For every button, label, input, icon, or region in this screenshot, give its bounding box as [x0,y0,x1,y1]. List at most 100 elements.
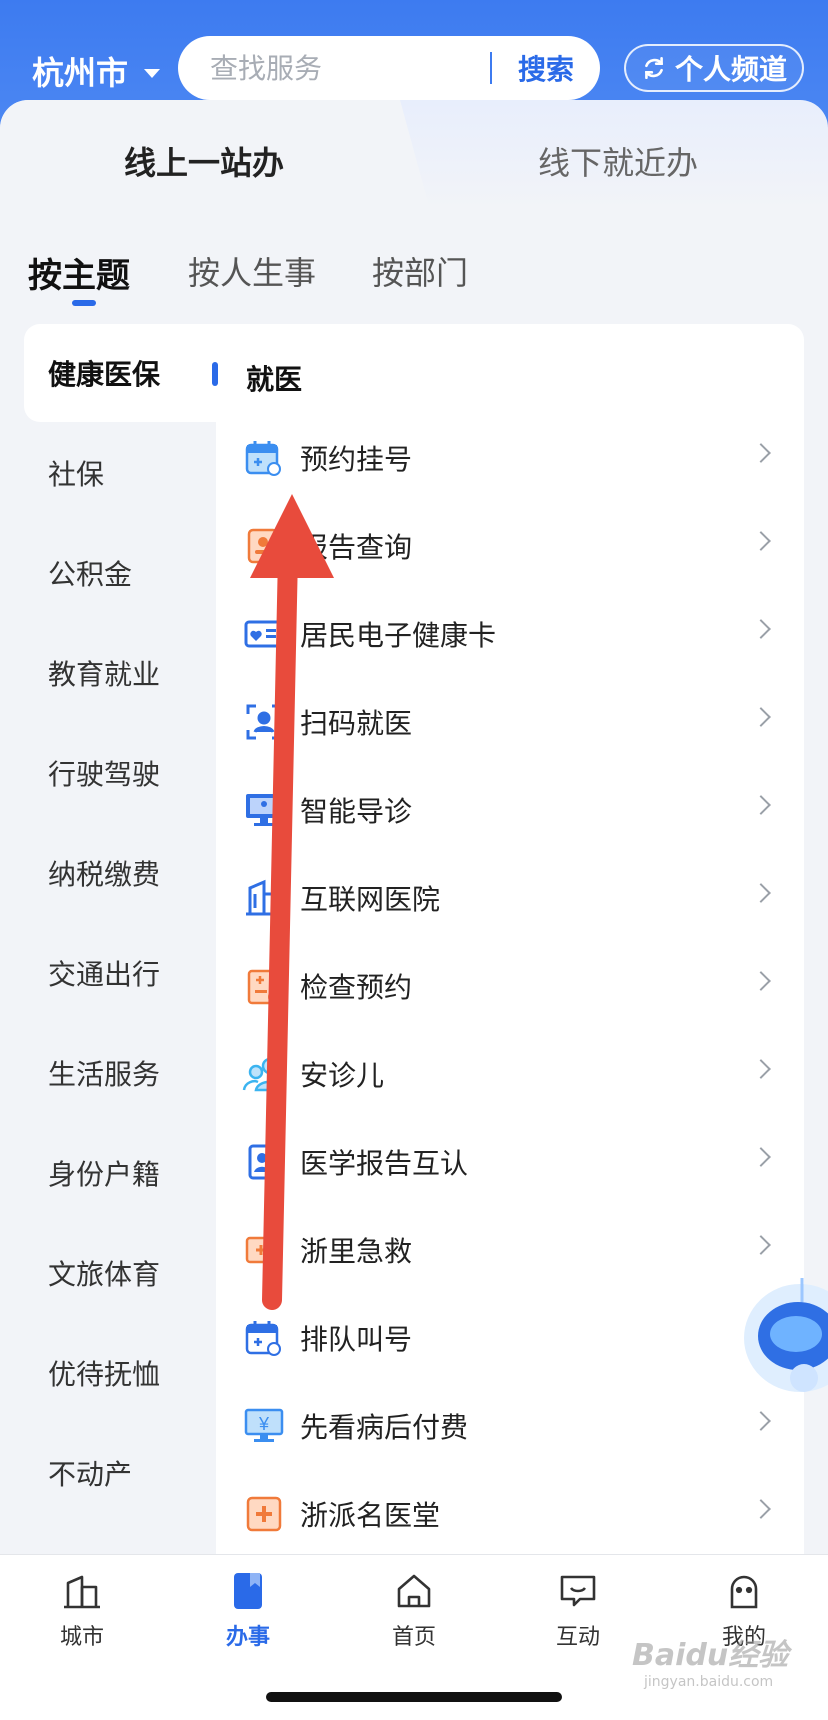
chevron-right-icon [751,619,771,639]
refresh-icon [645,56,663,80]
service-label: 报告查询 [300,531,413,564]
nav-affairs[interactable]: 办事 [188,1571,308,1651]
scan-person-icon [242,700,286,744]
service-label: 安诊儿 [300,1059,385,1092]
sidebar-item-driving[interactable]: 行驶驾驶 [24,724,216,822]
tab-online[interactable]: 线上一站办 [124,138,284,184]
svg-text:¥: ¥ [258,1414,270,1434]
clipboard-check-icon [242,964,286,1008]
monitor-guide-icon [242,788,286,832]
theme-sidebar: 健康医保 社保 公积金 教育就业 行驶驾驶 纳税缴费 交通出行 生活服务 身份户… [24,324,216,1554]
search-divider [490,52,492,84]
city-selector[interactable]: 杭州市 [32,48,161,94]
nav-label: 办事 [225,1625,270,1650]
tab-by-life-event[interactable]: 按人生事 [188,248,316,294]
service-label: 智能导诊 [300,795,413,828]
service-label: 排队叫号 [300,1323,413,1356]
chevron-right-icon [751,531,771,551]
chevron-right-icon [751,1499,771,1519]
tab-by-department[interactable]: 按部门 [372,248,468,294]
service-item[interactable]: 扫码就医 [216,678,804,766]
service-item[interactable]: ¥ 先看病后付费 [216,1382,804,1470]
section-marker [212,362,218,386]
personal-channel-label: 个人频道 [674,53,787,86]
chevron-right-icon [751,971,771,991]
sidebar-item-social-security[interactable]: 社保 [24,424,216,522]
service-item[interactable]: 安诊儿 [216,1030,804,1118]
tab-by-theme[interactable]: 按主题 [28,248,130,297]
people-icon [242,1052,286,1096]
assistant-robot[interactable] [740,1258,828,1408]
service-item[interactable]: 检查预约 [216,942,804,1030]
personal-channel-button[interactable]: 个人频道 [624,44,804,92]
section-title: 就医 [246,363,303,396]
service-label: 扫码就医 [300,707,413,740]
queue-calendar-icon [242,1316,286,1360]
service-panel: 就医 预约挂号 报告查询 居民电子健康卡 扫码就医 智能导诊 互联网医院 检查预… [212,324,804,1554]
nav-label: 互动 [555,1625,600,1650]
service-label: 浙派名医堂 [300,1499,441,1532]
user-face-icon [730,1575,758,1609]
service-item[interactable]: 预约挂号 [216,414,804,502]
service-label: 互联网医院 [300,883,441,916]
service-label: 检查预约 [300,971,413,1004]
document-icon [234,1573,262,1609]
active-tab-indicator [72,300,96,306]
city-building-icon [64,1575,100,1609]
service-item[interactable]: 医学报告互认 [216,1118,804,1206]
sidebar-item-housing-fund[interactable]: 公积金 [24,524,216,622]
sidebar-item-culture-sports[interactable]: 文旅体育 [24,1224,216,1322]
report-icon [242,524,286,568]
sidebar-item-identity[interactable]: 身份户籍 [24,1124,216,1222]
service-label: 先看病后付费 [300,1411,469,1444]
home-indicator [266,1692,562,1702]
nav-city[interactable]: 城市 [22,1571,142,1651]
nav-label: 城市 [59,1625,104,1650]
calendar-clock-icon [242,436,286,480]
chevron-right-icon [751,795,771,815]
nav-home[interactable]: 首页 [354,1571,474,1651]
service-item[interactable]: 报告查询 [216,502,804,590]
service-label: 预约挂号 [300,443,413,476]
service-label: 浙里急救 [300,1235,413,1268]
chat-icon [560,1575,596,1607]
hospital-building-icon [242,876,286,920]
chevron-right-icon [751,1147,771,1167]
chevron-right-icon [751,1411,771,1431]
chevron-right-icon [751,707,771,727]
medical-cross-icon [242,1492,286,1536]
sidebar-item-education[interactable]: 教育就业 [24,624,216,722]
chevron-right-icon [751,1235,771,1255]
service-item[interactable]: 浙派名医堂 [216,1470,804,1558]
service-item[interactable]: 居民电子健康卡 [216,590,804,678]
home-icon [397,1574,431,1608]
health-card-icon [242,612,286,656]
sidebar-item-preferential[interactable]: 优待抚恤 [24,1324,216,1422]
sidebar-item-tax[interactable]: 纳税缴费 [24,824,216,922]
mode-tabs: 线上一站办 线下就近办 [0,100,828,210]
first-aid-icon [242,1228,286,1272]
search-input[interactable] [210,51,470,85]
city-label: 杭州市 [32,54,129,92]
search-bar: 搜索 [178,36,600,100]
tab-offline[interactable]: 线下就近办 [538,138,698,184]
sidebar-item-health[interactable]: 健康医保 [24,324,216,422]
baidu-watermark: Baidu经验 jingyan.baidu.com [632,1630,788,1690]
caret-down-icon [144,68,161,78]
service-item[interactable]: 互联网医院 [216,854,804,942]
search-button[interactable]: 搜索 [518,48,574,88]
nav-interact[interactable]: 互动 [518,1571,638,1651]
sidebar-item-real-estate[interactable]: 不动产 [24,1424,216,1522]
service-label: 医学报告互认 [300,1147,469,1180]
nav-label: 首页 [391,1625,436,1650]
service-item[interactable]: 排队叫号 [216,1294,804,1382]
service-item[interactable]: 智能导诊 [216,766,804,854]
chevron-right-icon [751,1059,771,1079]
watermark-text: Baidu经验 [632,1638,789,1673]
chevron-right-icon [751,443,771,463]
sidebar-item-transport[interactable]: 交通出行 [24,924,216,1022]
yuan-monitor-icon: ¥ [242,1404,286,1448]
sidebar-item-life-services[interactable]: 生活服务 [24,1024,216,1122]
service-item[interactable]: 浙里急救 [216,1206,804,1294]
service-label: 居民电子健康卡 [300,619,497,652]
